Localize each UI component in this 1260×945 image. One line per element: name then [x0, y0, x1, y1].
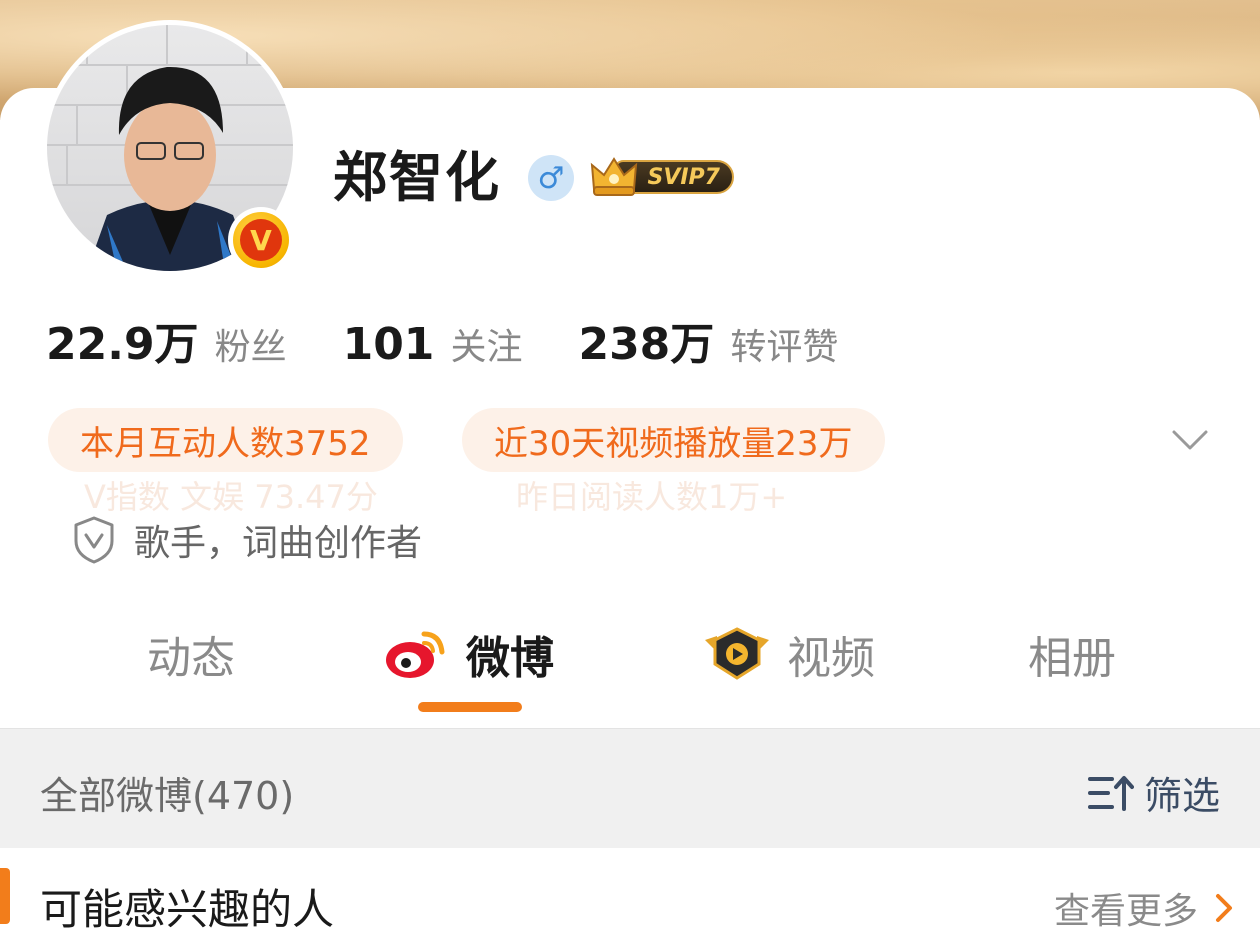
profile-tabs: 动态 微博 视频 相册: [0, 612, 1260, 720]
shield-v-icon: [74, 516, 114, 564]
tab-label: 动态: [147, 633, 235, 684]
tab-weibo[interactable]: 微博: [384, 612, 554, 696]
stat-value: 238万: [578, 319, 715, 370]
tag-video-views[interactable]: 近30天视频播放量23万: [462, 408, 885, 472]
profile-name: 郑智化: [333, 146, 501, 209]
video-play-icon: [705, 627, 769, 680]
profile-stats: 22.9万 粉丝 101 关注 238万 转评赞: [46, 308, 894, 370]
tag-faded-v-index: V指数 文娱 73.47分: [84, 478, 378, 512]
filter-button[interactable]: 筛选: [1086, 765, 1220, 820]
stat-following[interactable]: 101 关注: [343, 318, 523, 370]
section-accent-bar: [0, 868, 10, 924]
tag-faded-daily-readers: 昨日阅读人数1万+: [516, 478, 788, 512]
gender-symbol: ♂: [537, 160, 565, 196]
all-weibo-count: 全部微博(470): [40, 774, 295, 818]
verified-v-badge-icon: V: [228, 207, 294, 273]
tab-label: 视频: [787, 633, 875, 684]
active-tab-indicator: [418, 702, 522, 712]
stat-label: 粉丝: [214, 327, 287, 368]
verify-letter: V: [240, 219, 282, 261]
stat-followers[interactable]: 22.9万 粉丝: [46, 308, 287, 372]
weibo-logo-icon: [386, 631, 445, 678]
crown-icon: [590, 157, 638, 196]
identity-row: 歌手，词曲创作者: [72, 512, 422, 568]
stat-label: 关注: [450, 327, 523, 368]
see-more-label: 查看更多: [1053, 891, 1198, 932]
tab-label: 相册: [1028, 633, 1116, 684]
filter-sort-icon: [1087, 775, 1134, 811]
tab-feed[interactable]: 动态: [147, 612, 235, 696]
tab-video[interactable]: 视频: [703, 612, 875, 696]
see-more-link[interactable]: 查看更多: [1054, 882, 1236, 934]
suggested-users-section: 可能感兴趣的人 查看更多: [0, 848, 1260, 945]
weibo-filter-bar: 全部微博(470) 筛选: [0, 728, 1260, 848]
male-gender-icon: ♂: [528, 155, 574, 201]
tab-label: 微博: [466, 633, 554, 684]
chevron-down-icon[interactable]: [1170, 420, 1210, 460]
stat-value: 22.9万: [46, 319, 199, 370]
svip-badge[interactable]: SVIP7: [588, 153, 736, 199]
tag-monthly-interactions[interactable]: 本月互动人数3752: [48, 408, 403, 472]
stat-value: 101: [342, 319, 435, 370]
tab-album[interactable]: 相册: [1028, 612, 1116, 696]
chevron-right-icon: [1216, 894, 1232, 922]
filter-label: 筛选: [1143, 774, 1220, 818]
stat-likes[interactable]: 238万 转评赞: [578, 308, 838, 372]
identity-text: 歌手，词曲创作者: [134, 523, 423, 564]
suggested-users-title: 可能感兴趣的人: [40, 885, 335, 934]
stat-label: 转评赞: [730, 327, 839, 368]
